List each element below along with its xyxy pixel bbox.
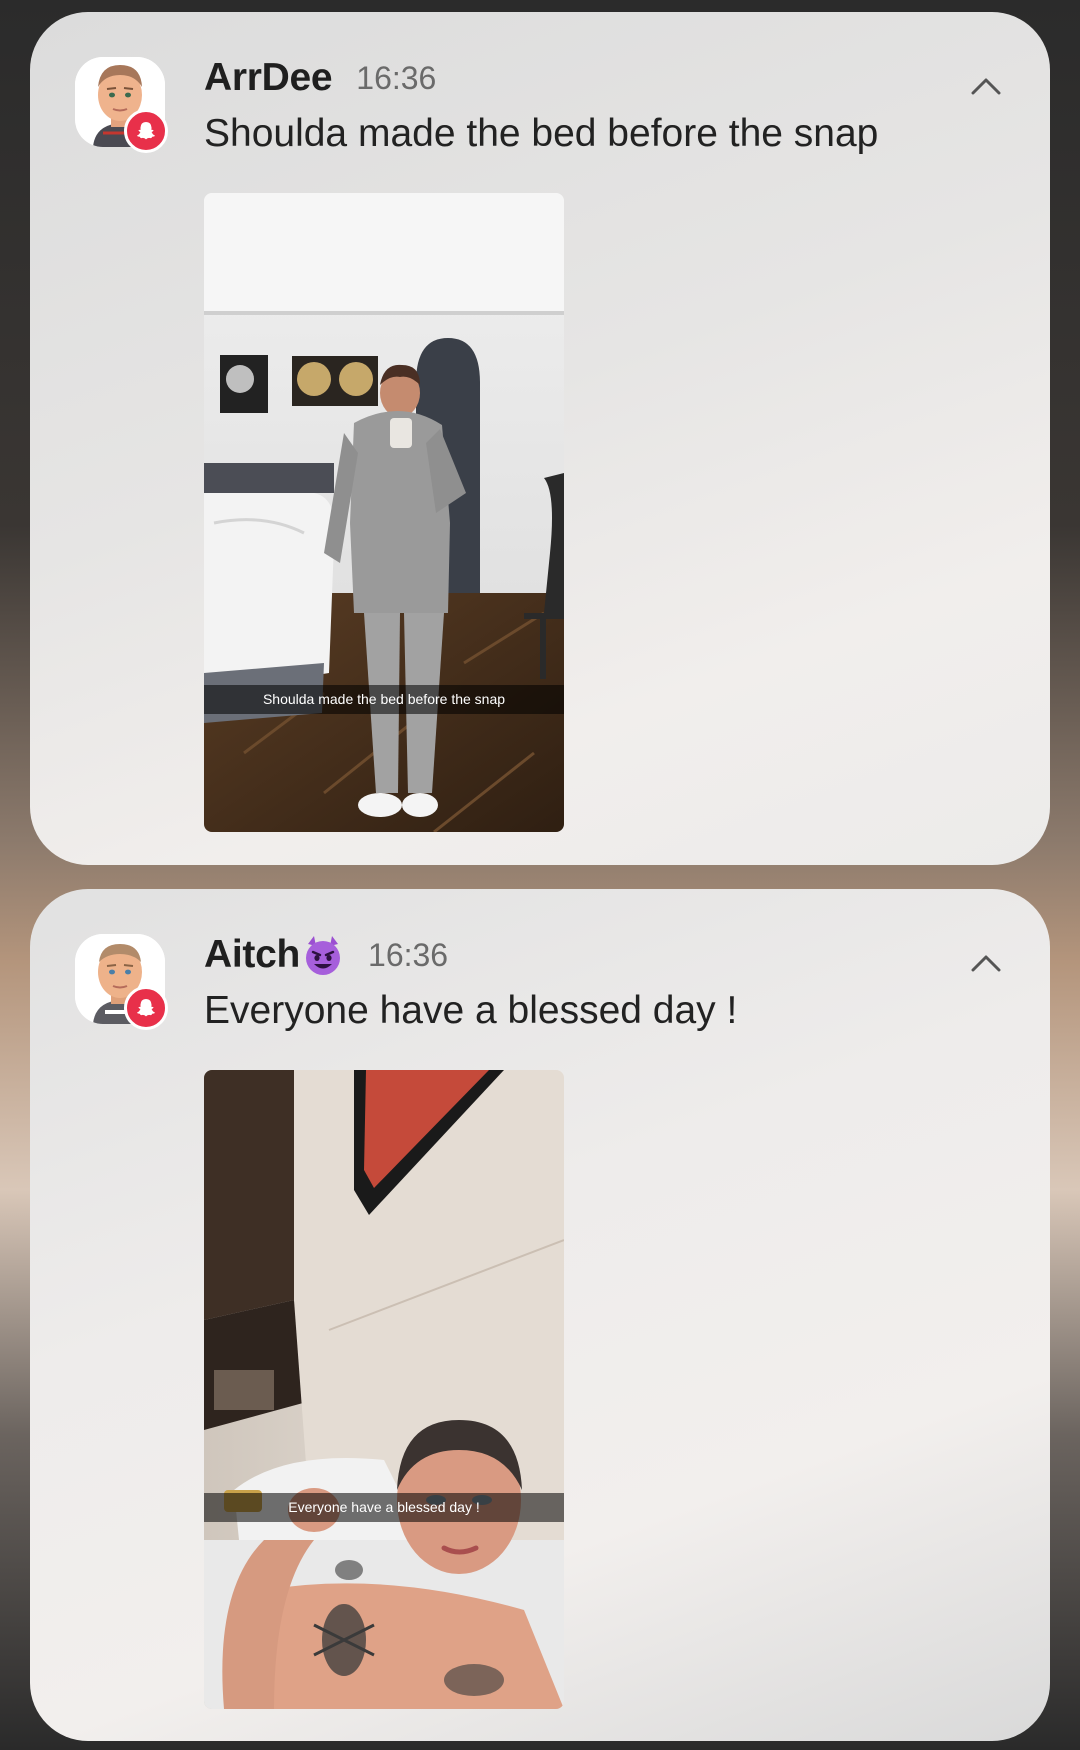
snap-image[interactable]: Everyone have a blessed day ! — [204, 1070, 564, 1709]
snapchat-ghost-icon — [124, 986, 168, 1030]
timestamp: 16:36 — [356, 59, 437, 96]
sender-name: ArrDee — [204, 56, 333, 99]
notification-header: ArrDee 16:36 — [204, 50, 436, 106]
message-text: Everyone have a blessed day ! — [204, 989, 738, 1032]
smiling-imp-emoji-icon — [306, 936, 341, 975]
timestamp: 16:36 — [368, 936, 449, 973]
notification-card[interactable]: Aitch 16:36 Everyone have a blessed day … — [30, 889, 1050, 1741]
snapchat-ghost-icon — [124, 109, 168, 153]
notification-header: Aitch 16:36 — [204, 927, 448, 983]
snap-caption: Everyone have a blessed day ! — [204, 1493, 564, 1522]
notification-card[interactable]: ArrDee 16:36 Shoulda made the bed before… — [30, 12, 1050, 865]
message-text: Shoulda made the bed before the snap — [204, 112, 879, 155]
chevron-up-icon[interactable] — [962, 939, 1010, 987]
snap-caption: Shoulda made the bed before the snap — [204, 685, 564, 714]
snap-image[interactable]: Shoulda made the bed before the snap — [204, 193, 564, 832]
sender-name: Aitch — [204, 933, 301, 976]
chevron-up-icon[interactable] — [962, 62, 1010, 110]
